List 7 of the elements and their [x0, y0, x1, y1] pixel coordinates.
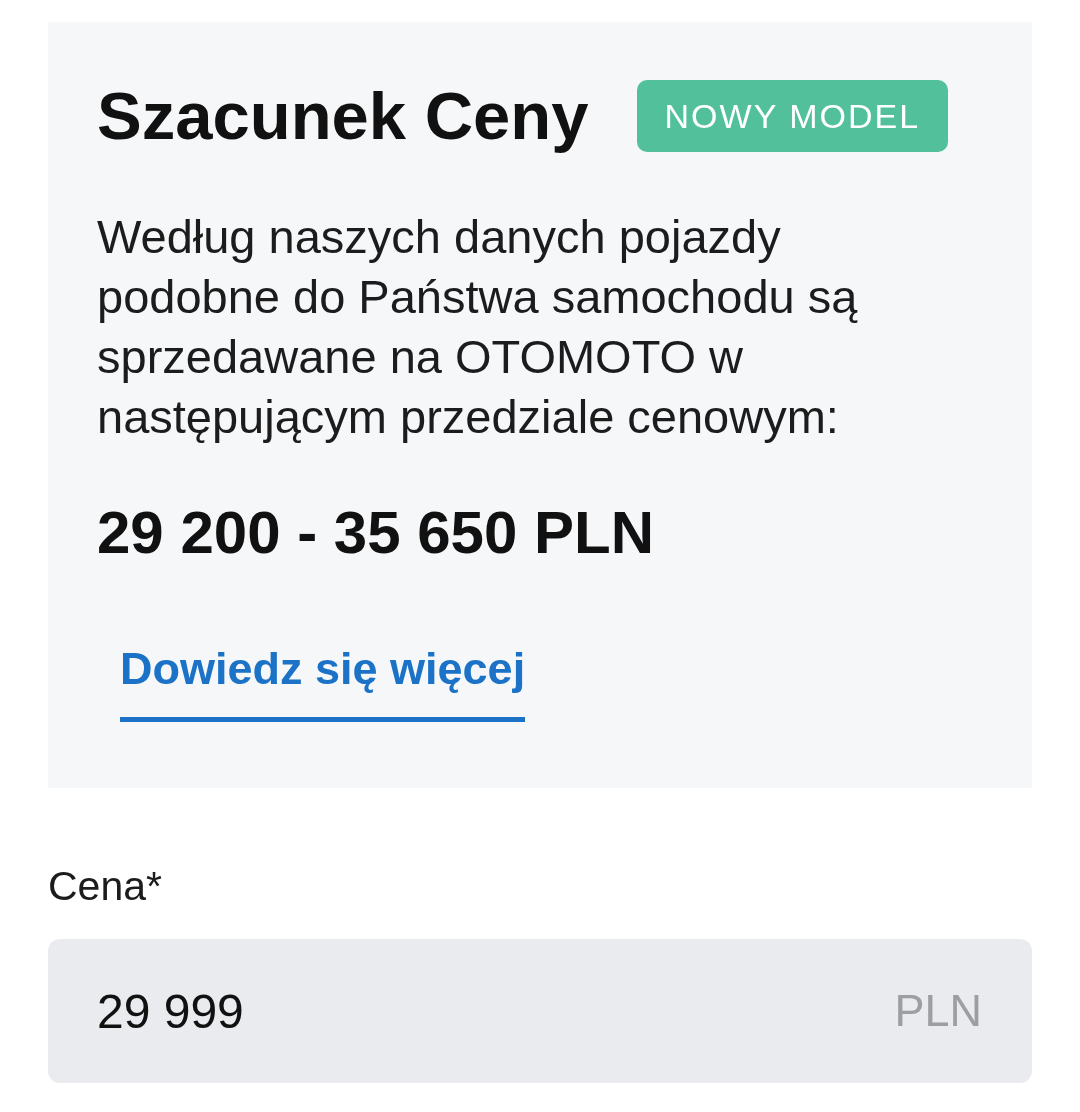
new-model-badge: NOWY MODEL [636, 79, 949, 152]
currency-unit: PLN [894, 984, 982, 1038]
description-text: Według naszych danych pojazdy podobne do Państwa samochodu są sprzedawane na OTOMOTO w następującym przedziale cenowym: [97, 209, 859, 445]
learn-more-link[interactable]: Dowiedz się więcej [120, 642, 526, 722]
price-label: Cena* [48, 862, 163, 910]
price-range: 29 200 - 35 650 PLN [97, 498, 655, 568]
card-title: Szacunek Ceny [97, 77, 589, 154]
